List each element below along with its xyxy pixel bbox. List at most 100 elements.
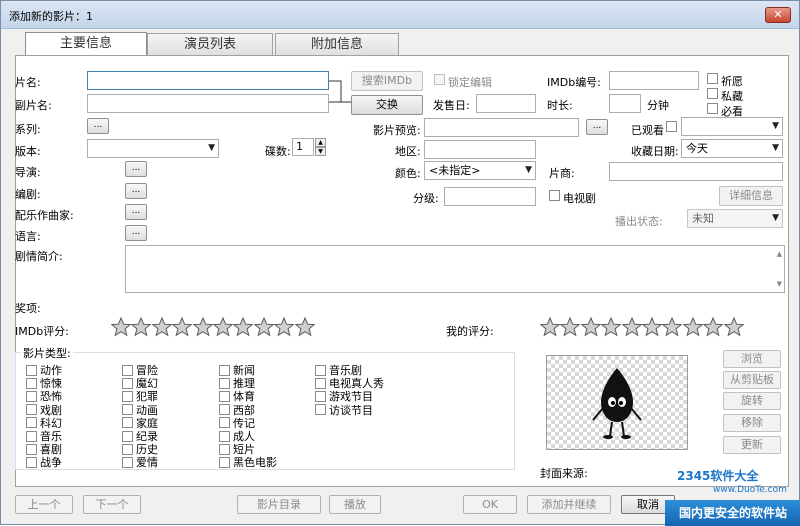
genre-checkbox[interactable]	[219, 390, 230, 402]
genre-checkbox[interactable]	[26, 364, 37, 376]
from-clipboard-button[interactable]: 从剪贴板	[723, 371, 781, 389]
rating-star-icon[interactable]	[274, 317, 295, 337]
rotate-button[interactable]: 旋转	[723, 392, 781, 410]
genre-checkbox[interactable]	[315, 364, 326, 376]
spin-up-icon[interactable]: ▲	[315, 138, 326, 147]
title-input[interactable]	[87, 71, 329, 90]
runtime-input[interactable]	[609, 94, 641, 113]
preview-input[interactable]	[424, 118, 579, 137]
genre-checkbox[interactable]	[315, 404, 326, 416]
genre-checkbox[interactable]	[122, 390, 133, 402]
spin-down-icon[interactable]: ▼	[315, 147, 326, 156]
rating-star-icon[interactable]	[233, 317, 254, 337]
genre-checkbox[interactable]	[219, 456, 230, 468]
genre-checkbox[interactable]	[315, 390, 326, 402]
genre-checkbox[interactable]	[219, 404, 230, 416]
cover-image-box[interactable]	[546, 355, 688, 450]
preview-ellipsis-button[interactable]: ...	[586, 119, 608, 135]
next-button[interactable]: 下一个	[83, 495, 141, 514]
rating-star-icon[interactable]	[580, 317, 601, 337]
air-status-select[interactable]: 未知 ▼	[687, 209, 783, 228]
genre-item[interactable]: 访谈节目	[315, 402, 373, 418]
rating-star-icon[interactable]	[213, 317, 233, 337]
rating-star-icon[interactable]	[703, 317, 724, 337]
catalog-button[interactable]: 影片目录	[237, 495, 321, 514]
rating-star-icon[interactable]	[151, 317, 172, 337]
rating-star-icon[interactable]	[662, 317, 683, 337]
wish-checkbox[interactable]	[707, 73, 718, 84]
add-continue-button[interactable]: 添加并继续	[527, 495, 611, 514]
studio-input[interactable]	[609, 162, 783, 181]
tv-series-checkbox[interactable]	[549, 190, 560, 201]
private-checkbox[interactable]	[707, 88, 718, 99]
scroll-up-icon[interactable]: ▲	[777, 250, 782, 258]
must-watch-checkbox[interactable]	[707, 103, 718, 114]
rating-star-icon[interactable]	[131, 317, 152, 337]
plot-textarea[interactable]: ▲ ▼	[125, 245, 785, 293]
watched-date-select[interactable]: ▼	[681, 117, 783, 136]
search-imdb-button[interactable]: 搜索IMDb	[351, 71, 423, 91]
genre-checkbox[interactable]	[219, 443, 230, 455]
prev-button[interactable]: 上一个	[15, 495, 73, 514]
genre-checkbox[interactable]	[122, 430, 133, 442]
watched-checkbox[interactable]	[666, 121, 677, 132]
writer-ellipsis-button[interactable]: ...	[125, 183, 147, 199]
rating-star-icon[interactable]	[192, 317, 213, 337]
tab-cast[interactable]: 演员列表	[147, 33, 273, 55]
series-ellipsis-button[interactable]: ...	[87, 118, 109, 134]
genre-checkbox[interactable]	[219, 364, 230, 376]
genre-checkbox[interactable]	[26, 430, 37, 442]
rating-star-icon[interactable]	[642, 317, 662, 337]
genre-checkbox[interactable]	[219, 417, 230, 429]
genre-item[interactable]: 战争	[26, 454, 62, 470]
rating-star-icon[interactable]	[172, 317, 193, 337]
detail-button[interactable]: 详细信息	[719, 186, 783, 206]
rating-star-icon[interactable]	[560, 317, 581, 337]
rating-star-icon[interactable]	[723, 317, 744, 337]
genre-checkbox[interactable]	[26, 417, 37, 429]
director-ellipsis-button[interactable]: ...	[125, 161, 147, 177]
swap-button[interactable]: 交换	[351, 95, 423, 115]
version-select[interactable]: ▼	[87, 139, 219, 158]
genre-checkbox[interactable]	[26, 443, 37, 455]
scroll-down-icon[interactable]: ▼	[777, 280, 782, 288]
region-input[interactable]	[424, 140, 536, 159]
update-button[interactable]: 更新	[723, 436, 781, 454]
genre-checkbox[interactable]	[26, 377, 37, 389]
genre-checkbox[interactable]	[26, 456, 37, 468]
play-button[interactable]: 播放	[329, 495, 381, 514]
genre-checkbox[interactable]	[219, 377, 230, 389]
rating-star-icon[interactable]	[621, 317, 642, 337]
discs-input[interactable]: 1	[292, 138, 314, 156]
rating-star-icon[interactable]	[601, 317, 622, 337]
rating-star-icon[interactable]	[294, 317, 315, 337]
genre-checkbox[interactable]	[122, 456, 133, 468]
browse-button[interactable]: 浏览	[723, 350, 781, 368]
genre-checkbox[interactable]	[122, 377, 133, 389]
genre-checkbox[interactable]	[122, 364, 133, 376]
genre-checkbox[interactable]	[122, 443, 133, 455]
color-select[interactable]: <未指定> ▼	[424, 161, 536, 180]
rating-star-icon[interactable]	[540, 317, 560, 337]
close-button[interactable]: ✕	[765, 7, 791, 23]
collect-date-select[interactable]: 今天 ▼	[681, 139, 783, 158]
genre-item[interactable]: 黑色电影	[219, 454, 277, 470]
genre-checkbox[interactable]	[315, 377, 326, 389]
subtitle-input[interactable]	[87, 94, 329, 113]
genre-checkbox[interactable]	[26, 390, 37, 402]
genre-checkbox[interactable]	[26, 404, 37, 416]
genre-item[interactable]: 爱情	[122, 454, 158, 470]
genre-checkbox[interactable]	[219, 430, 230, 442]
rating-level-input[interactable]	[444, 187, 536, 206]
rating-star-icon[interactable]	[111, 317, 131, 337]
release-input[interactable]	[476, 94, 536, 113]
genre-checkbox[interactable]	[122, 404, 133, 416]
language-ellipsis-button[interactable]: ...	[125, 225, 147, 241]
genre-checkbox[interactable]	[122, 417, 133, 429]
composer-ellipsis-button[interactable]: ...	[125, 204, 147, 220]
rating-star-icon[interactable]	[682, 317, 703, 337]
tab-main[interactable]: 主要信息	[25, 32, 147, 56]
ok-button[interactable]: OK	[463, 495, 517, 514]
remove-button[interactable]: 移除	[723, 414, 781, 432]
imdb-id-input[interactable]	[609, 71, 699, 90]
